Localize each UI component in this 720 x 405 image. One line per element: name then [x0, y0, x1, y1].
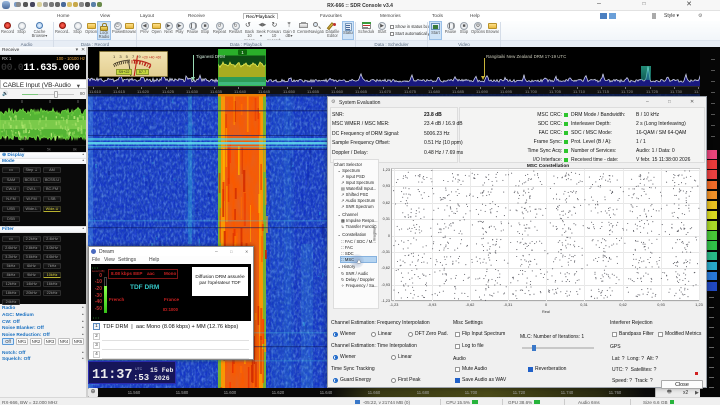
- svg-text:8k: 8k: [73, 148, 77, 152]
- svg-text:+20 +40 +60: +20 +40 +60: [142, 56, 161, 60]
- svg-text:2k: 2k: [20, 148, 24, 152]
- svg-text:5k: 5k: [47, 148, 51, 152]
